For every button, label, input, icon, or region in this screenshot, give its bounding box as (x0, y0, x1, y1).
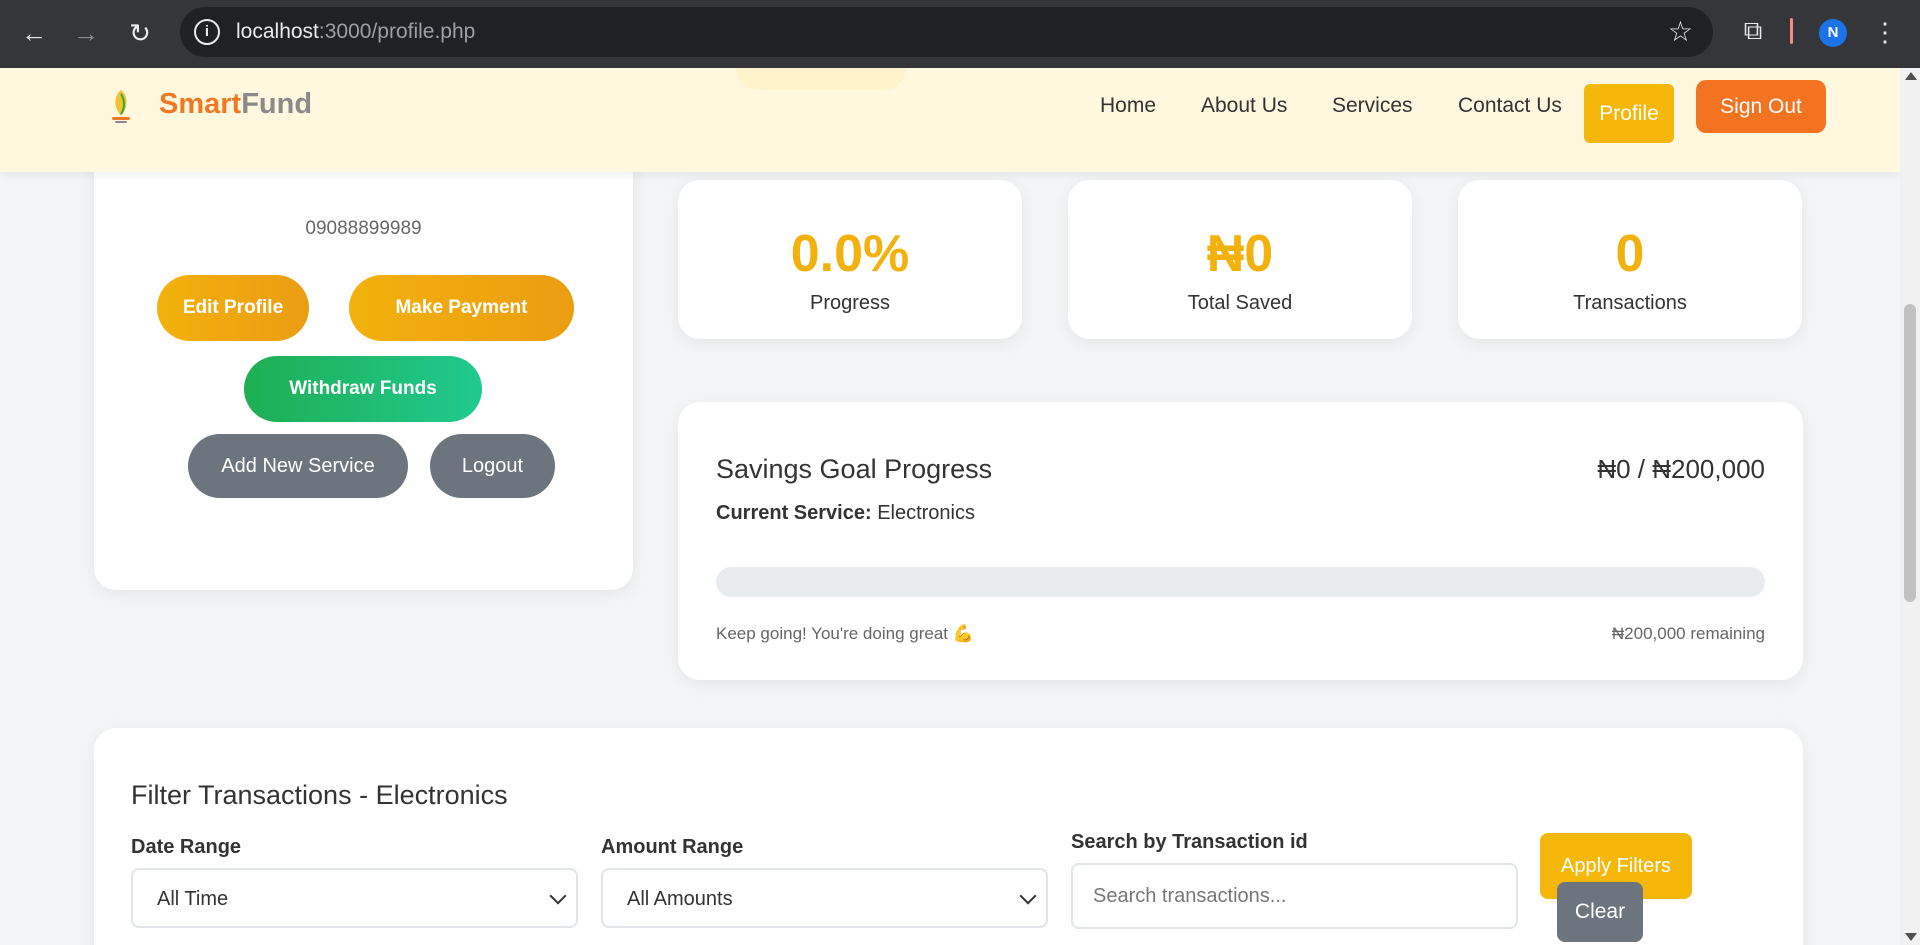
forward-arrow-icon[interactable]: → (68, 15, 104, 51)
sign-out-button[interactable]: Sign Out (1696, 80, 1826, 133)
clear-filters-button[interactable]: Clear (1557, 882, 1643, 942)
address-bar[interactable]: i localhost:3000/profile.php ☆ (180, 7, 1713, 57)
amount-range-value: All Amounts (627, 888, 733, 910)
reload-icon[interactable]: ↻ (122, 15, 158, 51)
url-text[interactable]: localhost:3000/profile.php (236, 20, 475, 44)
header-decoration (736, 68, 906, 90)
scrollbar-thumb[interactable] (1904, 304, 1916, 602)
amount-range-select[interactable]: All Amounts (601, 868, 1048, 928)
withdraw-funds-button[interactable]: Withdraw Funds (244, 356, 482, 422)
amount-range-label: Amount Range (601, 836, 744, 858)
filter-title: Filter Transactions - Electronics (131, 780, 508, 810)
toolbar-divider (1790, 18, 1793, 44)
nav-about-us[interactable]: About Us (1201, 94, 1287, 118)
date-range-label: Date Range (131, 836, 242, 858)
scroll-down-arrow-icon[interactable] (1905, 933, 1917, 941)
current-service-label: Current Service: (716, 502, 872, 524)
page-scrollbar[interactable] (1900, 68, 1920, 945)
back-arrow-icon[interactable]: ← (16, 15, 52, 51)
goal-remaining: ₦200,000 remaining (1611, 624, 1765, 643)
date-range-select[interactable]: All Time (131, 868, 578, 928)
site-info-icon[interactable]: i (194, 19, 220, 45)
stat-label: Total Saved (1187, 292, 1293, 314)
filter-transactions-card: Filter Transactions - Electronics Date R… (94, 728, 1803, 945)
date-range-value: All Time (157, 888, 229, 910)
scroll-up-arrow-icon[interactable] (1905, 72, 1917, 80)
stat-label: Transactions (1573, 292, 1687, 314)
stat-value: ₦0 (1206, 225, 1274, 283)
page-viewport: 09088899989 Edit Profile Make Payment Wi… (0, 68, 1900, 945)
logout-button[interactable]: Logout (430, 434, 555, 498)
site-header: SmartFund Home About Us Services Contact… (0, 68, 1900, 172)
nav-home[interactable]: Home (1100, 94, 1156, 118)
chevron-down-icon (549, 887, 567, 905)
nav-services[interactable]: Services (1332, 94, 1413, 118)
goal-encouragement: Keep going! You're doing great 💪 (716, 624, 974, 643)
edit-profile-button[interactable]: Edit Profile (157, 275, 309, 341)
stat-card-total-saved: ₦0 Total Saved (1068, 180, 1412, 339)
profile-phone: 09088899989 (305, 218, 422, 239)
browser-toolbar: ← → ↻ i localhost:3000/profile.php ☆ ⧉ N… (0, 0, 1920, 68)
search-label: Search by Transaction id (1071, 831, 1308, 853)
browser-menu-icon[interactable]: ⋮ (1872, 14, 1898, 50)
add-new-service-button[interactable]: Add New Service (188, 434, 408, 498)
extensions-puzzle-icon[interactable]: ⧉ (1738, 15, 1768, 45)
stat-card-progress: 0.0% Progress (678, 180, 1022, 339)
goal-progress-bar (716, 567, 1765, 597)
stat-card-transactions: 0 Transactions (1458, 180, 1802, 339)
nav-contact-us[interactable]: Contact Us (1458, 94, 1562, 118)
stat-label: Progress (809, 292, 891, 314)
transaction-search-input[interactable]: Search transactions... (1071, 863, 1518, 929)
bookmark-star-icon[interactable]: ☆ (1668, 15, 1693, 48)
make-payment-button[interactable]: Make Payment (349, 275, 574, 341)
goal-amount: ₦0 / ₦200,000 (1597, 454, 1765, 484)
chevron-down-icon (1019, 887, 1037, 905)
brand-name[interactable]: SmartFund (159, 88, 312, 121)
stat-value: 0 (1615, 225, 1645, 283)
current-service: Current Service: Electronics (716, 502, 975, 525)
profile-nav-button[interactable]: Profile (1584, 84, 1674, 143)
current-service-value: Electronics (877, 502, 975, 524)
savings-goal-card: Savings Goal Progress ₦0 / ₦200,000 Curr… (678, 402, 1803, 680)
stat-value: 0.0% (790, 225, 910, 283)
smartfund-logo-icon[interactable] (104, 86, 138, 126)
goal-title: Savings Goal Progress (716, 454, 993, 484)
browser-profile-avatar[interactable]: N (1819, 19, 1847, 47)
